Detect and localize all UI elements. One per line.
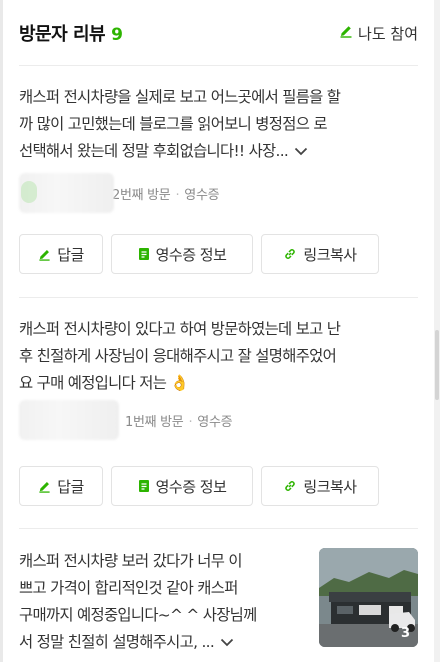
review-text-line: 후 친절하게 사장님이 응대해주시고 잘 설명해주었어 [19, 347, 337, 365]
review-text-line: 구매까지 예정중입니다~^ ^ 사장님께 [19, 606, 257, 624]
review-count: 9 [111, 25, 123, 45]
review-actions: 답글 영수증 정보 링크복사 [19, 234, 379, 274]
chevron-down-icon[interactable] [220, 629, 234, 656]
review-text[interactable]: 캐스퍼 전시차량이 있다고 하여 방문하였는데 보고 난 후 친절하게 사장님이… [19, 316, 418, 397]
section-title-text: 방문자 리뷰 [19, 24, 106, 45]
review-text-line-content: 요 구매 예정입니다 저는 [19, 374, 167, 392]
review-photo[interactable]: 3 [319, 548, 418, 647]
reviews-header: 방문자 리뷰 9 나도 참여 [19, 18, 418, 48]
review-meta: 1번째 방문 · 영수증 [19, 400, 233, 440]
review-text-line: 캐스퍼 전시차량 보러 갔다가 너무 이 [19, 552, 243, 570]
separator-dot: · [188, 414, 193, 430]
review-text-line: 캐스퍼 전시차량이 있다고 하여 방문하였는데 보고 난 [19, 320, 341, 338]
review-text-line: 서 정말 친절히 설명해주시고, ... [19, 629, 309, 656]
visit-info: 1번째 방문 · 영수증 [125, 411, 233, 430]
copy-link-button[interactable]: 링크복사 [261, 466, 379, 506]
window-left-edge [0, 0, 3, 662]
receipt-tag: 영수증 [184, 187, 220, 203]
section-title: 방문자 리뷰 9 [19, 20, 123, 46]
review-item-1: 캐스퍼 전시차량을 실제로 보고 어느곳에서 필름을 할 까 많이 고민했는데 … [19, 84, 418, 284]
link-icon [283, 479, 297, 493]
avatar[interactable] [19, 400, 119, 440]
photo-count: 3 [400, 626, 410, 641]
receipt-tag: 영수증 [197, 414, 233, 430]
review-item-3: 캐스퍼 전시차량 보러 갔다가 너무 이 쁘고 가격이 합리적인것 같아 캐스퍼… [19, 548, 418, 658]
reply-button[interactable]: 답글 [19, 234, 103, 274]
divider [19, 297, 418, 298]
ok-hand-emoji: 👌 [170, 374, 189, 392]
visit-count: 1번째 방문 [125, 414, 184, 430]
divider [19, 65, 418, 66]
review-text-line-content: 서 정말 친절히 설명해주시고, ... [19, 633, 215, 651]
write-review-button[interactable]: 나도 참여 [339, 23, 418, 44]
review-text-line: 요 구매 예정입니다 저는 👌 [19, 370, 418, 397]
pencil-icon [38, 480, 51, 493]
link-icon [283, 247, 297, 261]
receipt-info-label: 영수증 정보 [155, 477, 227, 496]
divider [19, 528, 418, 529]
review-text-line-content: 선택해서 왔는데 정말 후회없습니다!! 사장... [19, 142, 289, 160]
reply-button[interactable]: 답글 [19, 466, 103, 506]
pencil-icon [38, 248, 51, 261]
review-item-2: 캐스퍼 전시차량이 있다고 하여 방문하였는데 보고 난 후 친절하게 사장님이… [19, 316, 418, 516]
receipt-icon [138, 479, 150, 493]
receipt-info-label: 영수증 정보 [155, 245, 227, 264]
review-text-line: 선택해서 왔는데 정말 후회없습니다!! 사장... [19, 138, 418, 165]
scrollbar[interactable] [434, 0, 440, 662]
review-text-line: 까 많이 고민했는데 블로그를 읽어보니 병정점으 로 [19, 115, 328, 133]
visit-count: 2번째 방문 [112, 187, 171, 203]
review-text[interactable]: 캐스퍼 전시차량을 실제로 보고 어느곳에서 필름을 할 까 많이 고민했는데 … [19, 84, 418, 165]
review-actions: 답글 영수증 정보 링크복사 [19, 466, 379, 506]
review-text[interactable]: 캐스퍼 전시차량 보러 갔다가 너무 이 쁘고 가격이 합리적인것 같아 캐스퍼… [19, 548, 309, 656]
reply-label: 답글 [57, 477, 84, 496]
receipt-icon [138, 247, 150, 261]
copy-link-label: 링크복사 [303, 245, 357, 264]
review-text-line: 쁘고 가격이 합리적인것 같아 캐스퍼 [19, 579, 238, 597]
write-review-label: 나도 참여 [358, 24, 418, 43]
reply-label: 답글 [57, 245, 84, 264]
avatar-badge [21, 181, 37, 203]
receipt-info-button[interactable]: 영수증 정보 [111, 234, 253, 274]
pencil-icon [339, 24, 353, 42]
copy-link-button[interactable]: 링크복사 [261, 234, 379, 274]
chevron-down-icon[interactable] [294, 138, 308, 165]
review-text-line: 캐스퍼 전시차량을 실제로 보고 어느곳에서 필름을 할 [19, 88, 341, 106]
separator-dot: · [175, 187, 180, 203]
review-meta: 2번째 방문 · 영수증 [19, 173, 220, 213]
receipt-info-button[interactable]: 영수증 정보 [111, 466, 253, 506]
visit-info: 2번째 방문 · 영수증 [112, 184, 220, 203]
copy-link-label: 링크복사 [303, 477, 357, 496]
